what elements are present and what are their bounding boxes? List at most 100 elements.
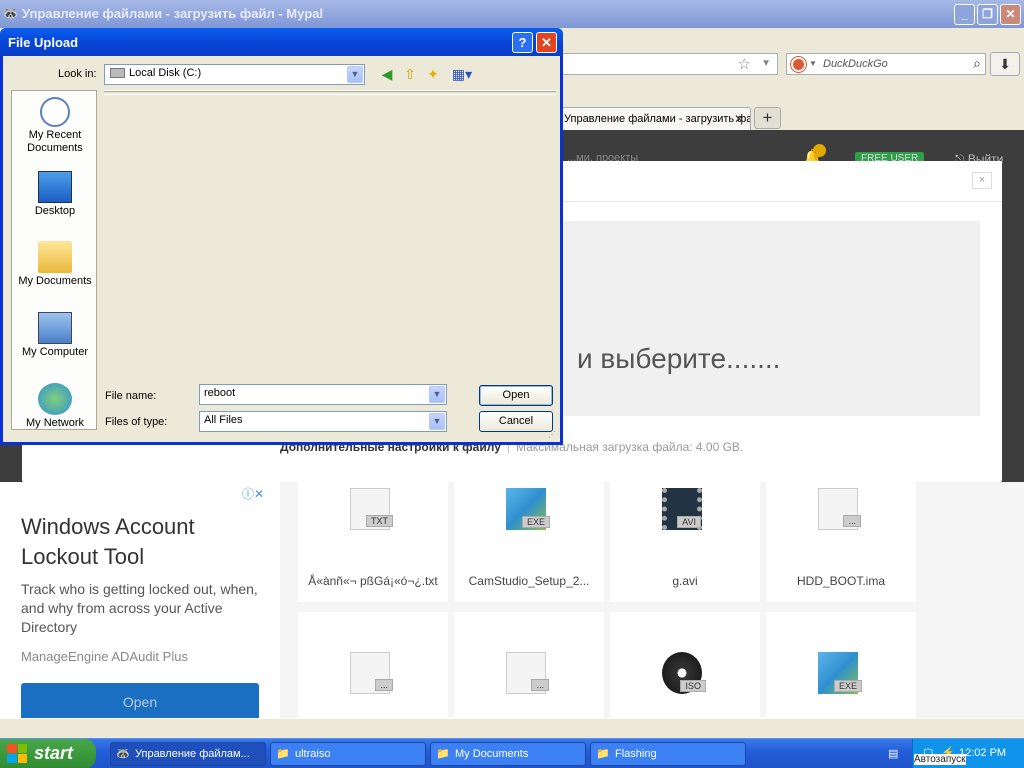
tab-file-manager[interactable]: Управление файлами - загрузить файл ✕ [555, 107, 751, 131]
taskbar-item-ultraiso[interactable]: 📁 ultraiso [270, 742, 426, 766]
ad-open-button[interactable]: Open [21, 683, 259, 723]
file-name-label: File name: [105, 390, 157, 402]
file-card[interactable]: ... [298, 612, 448, 718]
dialog-title-bar: File Upload ? ✕ [0, 28, 563, 56]
search-icon[interactable]: ⌕ [973, 55, 981, 72]
tab-title: Управление файлами - загрузить файл [564, 113, 751, 125]
taskbar-item-label: My Documents [455, 748, 529, 760]
resize-grip-icon[interactable]: ⋰ [548, 430, 558, 440]
file-card[interactable]: TXT Å«ànñ«¬ pßGá¡«ó¬¿.txt [298, 482, 448, 602]
browser-title-bar: 🦝 Управление файлами - загрузить файл - … [0, 0, 1024, 28]
generic-file-icon: ... [506, 652, 549, 694]
look-in-label: Look in: [58, 68, 97, 80]
notification-badge [813, 144, 826, 157]
cancel-button[interactable]: Cancel [479, 411, 553, 432]
browser-close-button[interactable]: ✕ [1000, 4, 1021, 25]
place-my-computer[interactable]: My Computer [12, 312, 98, 359]
tray-tooltip: Автозапуск [914, 754, 966, 765]
keyboard-icon[interactable]: ▤ [888, 747, 898, 760]
minimize-button[interactable]: _ [954, 4, 975, 25]
clock[interactable]: 12:02 PM [959, 747, 1006, 759]
restore-button[interactable]: ❐ [977, 4, 998, 25]
files-of-type-dropdown[interactable]: All Files ▼ [199, 411, 447, 432]
file-card[interactable]: ... [454, 612, 604, 718]
browser-status-bar [0, 718, 1024, 738]
network-globe-icon [38, 383, 72, 415]
url-history-dropdown-icon[interactable]: ▼ [761, 58, 771, 69]
new-tab-button[interactable]: + [754, 107, 781, 129]
taskbar-item-label: ultraiso [295, 748, 331, 760]
chevron-down-icon[interactable]: ▼ [429, 386, 445, 403]
place-label: My Recent Documents [27, 129, 83, 154]
file-type-tag: AVI [677, 516, 701, 528]
computer-icon [38, 312, 72, 344]
files-of-type-value: All Files [204, 414, 243, 426]
place-label: My Computer [21, 346, 89, 358]
start-label: start [34, 743, 74, 763]
taskbar: start 🦝 Управление файлам... 📁 ultraiso 📁 M… [0, 738, 1024, 768]
help-button[interactable]: ? [512, 32, 533, 53]
place-my-documents[interactable]: My Documents [12, 241, 98, 288]
file-list[interactable] [104, 90, 556, 374]
place-my-network[interactable]: My Network [12, 383, 98, 430]
downloads-button[interactable]: ⬇ [990, 52, 1020, 76]
disc-image-icon: ISO [662, 652, 706, 694]
search-input[interactable]: DuckDuckGo [823, 58, 888, 70]
file-name: HDD_BOOT.ima [796, 574, 885, 588]
search-box[interactable]: ▼ DuckDuckGo ⌕ [786, 53, 986, 75]
place-desktop[interactable]: Desktop [12, 171, 98, 218]
file-card[interactable]: EXE [766, 612, 916, 718]
url-bar[interactable]: ☆ ▼ [560, 53, 778, 75]
file-card[interactable]: EXE CamStudio_Setup_2... [454, 482, 604, 602]
dialog-title: File Upload [8, 35, 79, 50]
file-card[interactable]: ... HDD_BOOT.ima [766, 482, 916, 602]
back-icon[interactable]: ◀ [378, 65, 396, 83]
ad-headline[interactable]: Windows Account Lockout Tool [21, 512, 271, 572]
search-engine-dropdown-icon[interactable]: ▼ [809, 59, 817, 68]
file-upload-dialog: File Upload ? ✕ Look in: Local Disk (C:)… [0, 28, 563, 445]
ad-info-icon[interactable]: ⓘ✕ [242, 485, 264, 502]
bookmark-star-icon[interactable]: ☆ [738, 55, 751, 73]
file-type-tag: TXT [366, 515, 393, 527]
file-list-header [104, 91, 556, 95]
place-label: My Network [25, 417, 85, 429]
modal-close-button[interactable]: × [972, 172, 992, 189]
start-button[interactable]: start [0, 739, 96, 768]
ad-panel[interactable]: ⓘ✕ Windows Account Lockout Tool Track wh… [0, 482, 280, 723]
files-of-type-label: Files of type: [105, 416, 168, 428]
taskbar-item-label: Управление файлам... [135, 748, 250, 760]
generic-file-icon: ... [350, 652, 393, 694]
open-button[interactable]: Open [479, 385, 553, 406]
folder-icon: 📁 [436, 748, 450, 760]
file-name-input[interactable]: reboot ▼ [199, 384, 447, 405]
ad-source[interactable]: ManageEngine ADAudit Plus [21, 649, 188, 664]
up-folder-icon[interactable]: ⇧ [401, 65, 419, 83]
place-my-recent-documents[interactable]: My Recent Documents [12, 97, 98, 155]
places-bar: My Recent Documents Desktop My Documents… [11, 90, 97, 430]
tab-close-icon[interactable]: ✕ [734, 112, 744, 126]
taskbar-item-flashing[interactable]: 📁 Flashing [590, 742, 746, 766]
look-in-dropdown[interactable]: Local Disk (C:) ▼ [104, 64, 365, 85]
new-folder-icon[interactable]: ✦ [424, 65, 442, 83]
file-name: g.avi [672, 574, 698, 588]
dropzone-text: и выберите....... [577, 343, 781, 374]
file-type-tag: ISO [680, 680, 706, 692]
mypal-icon: 🦝 [116, 748, 130, 760]
taskbar-item-my-documents[interactable]: 📁 My Documents [430, 742, 586, 766]
file-type-tag: ... [375, 679, 393, 691]
desktop-icon [38, 171, 72, 203]
folder-icon: 📁 [596, 748, 610, 760]
exe-file-icon: EXE [818, 652, 862, 694]
chevron-down-icon[interactable]: ▼ [347, 66, 363, 83]
file-name: CamStudio_Setup_2... [468, 574, 590, 588]
file-card[interactable]: ISO [610, 612, 760, 718]
chevron-down-icon[interactable]: ▼ [429, 413, 445, 430]
taskbar-item-browser[interactable]: 🦝 Управление файлам... [110, 742, 266, 766]
recent-documents-icon [40, 97, 70, 127]
taskbar-item-label: Flashing [615, 748, 657, 760]
file-card[interactable]: AVI g.avi [610, 482, 760, 602]
file-name-value: reboot [204, 387, 236, 399]
dialog-close-button[interactable]: ✕ [536, 32, 557, 53]
place-label: Desktop [34, 205, 76, 217]
view-menu-icon[interactable]: ▦▾ [449, 65, 475, 83]
